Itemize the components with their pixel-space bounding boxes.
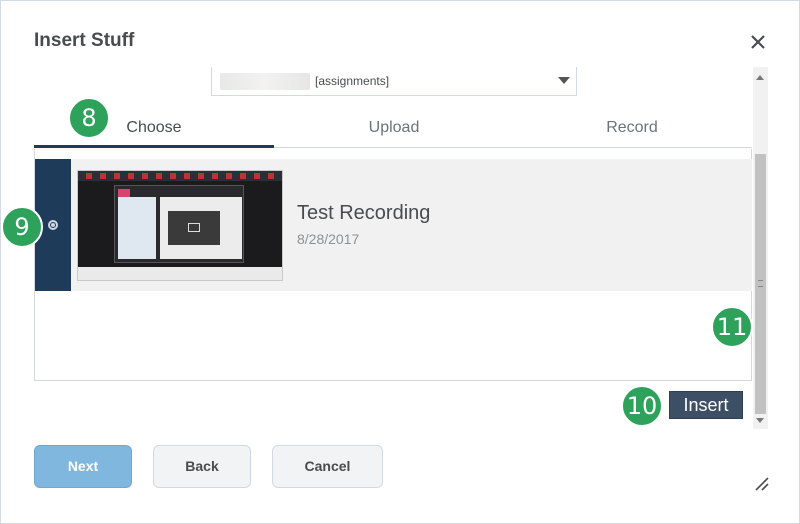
scroll-thumb[interactable] [755,154,766,414]
scroll-up-icon[interactable] [756,75,764,80]
tab-bar: Choose Upload Record [34,111,752,148]
radio-selected-icon [48,220,58,230]
close-icon[interactable] [747,31,769,53]
content-frame: [assignments] Choose Upload Record Test … [34,67,768,429]
resize-handle-icon[interactable] [753,475,769,491]
recording-thumbnail [77,170,283,281]
source-select[interactable]: [assignments] [211,67,577,96]
scroll-down-icon[interactable] [756,418,764,423]
content-inner: [assignments] Choose Upload Record Test … [34,67,752,429]
insert-stuff-dialog: Insert Stuff [assignments] Choose Upload… [0,0,800,524]
list-item[interactable]: Test Recording 8/28/2017 [35,159,752,291]
next-button[interactable]: Next [34,445,132,488]
cancel-button[interactable]: Cancel [272,445,383,488]
callout-badge-8: 8 [68,97,110,139]
vertical-scrollbar[interactable] [753,67,768,429]
tab-upload[interactable]: Upload [274,111,514,148]
insert-button[interactable]: Insert [669,391,743,419]
back-button[interactable]: Back [153,445,251,488]
dialog-title: Insert Stuff [34,30,135,51]
source-select-value: [assignments] [315,74,390,88]
obscured-text [220,73,310,90]
callout-badge-10: 10 [621,385,663,427]
tab-record[interactable]: Record [512,111,752,148]
recording-list: Test Recording 8/28/2017 [34,149,752,381]
recording-title: Test Recording [297,202,431,224]
callout-badge-9: 9 [1,206,43,248]
callout-badge-11: 11 [711,306,753,348]
caret-down-icon [558,77,570,84]
recording-date: 8/28/2017 [297,231,360,247]
